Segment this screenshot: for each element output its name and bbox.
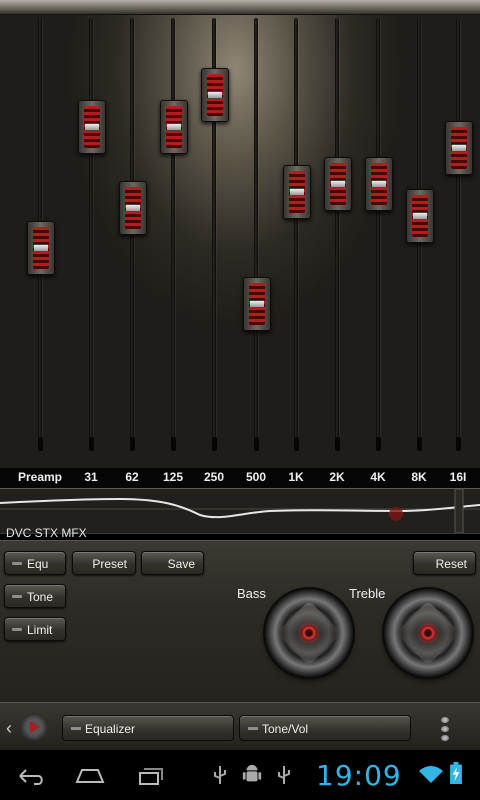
- band-label-250: 250: [203, 470, 225, 484]
- tab-tone-vol-label: Tone/Vol: [262, 722, 309, 736]
- slider-thumb-500[interactable]: [243, 277, 271, 331]
- slider-end-mark: [376, 437, 381, 451]
- play-button[interactable]: [20, 713, 48, 741]
- tone-toggle-button[interactable]: Tone: [4, 584, 66, 608]
- equ-label: Equ: [27, 557, 49, 571]
- chevron-left-icon[interactable]: ‹: [6, 719, 12, 737]
- led-indicator-icon: [12, 562, 22, 565]
- slider-thumb-1k[interactable]: [283, 165, 311, 219]
- band-label-8k: 8K: [411, 470, 427, 484]
- system-navigation-bar: 19:09: [0, 750, 480, 800]
- overflow-menu-icon[interactable]: [438, 717, 452, 741]
- slider-thumb-125[interactable]: [160, 100, 188, 154]
- band-label-1k: 1K: [288, 470, 304, 484]
- slider-end-mark: [130, 437, 135, 451]
- preset-label: Preset: [92, 557, 127, 571]
- slider-thumb-4k[interactable]: [365, 157, 393, 211]
- battery-charging-icon: [450, 762, 462, 784]
- slider-end-mark: [38, 437, 43, 451]
- bass-knob[interactable]: [265, 589, 353, 677]
- slider-track-31[interactable]: [89, 18, 93, 448]
- recent-apps-icon[interactable]: [136, 764, 166, 786]
- preset-button[interactable]: Preset: [72, 551, 136, 575]
- band-label-preamp: Preamp: [17, 470, 63, 484]
- treble-knob[interactable]: [384, 589, 472, 677]
- led-indicator-icon: [71, 727, 81, 730]
- slider-thumb-62[interactable]: [119, 181, 147, 235]
- equ-toggle-button[interactable]: Equ: [4, 551, 66, 575]
- slider-track-125[interactable]: [171, 18, 175, 448]
- tone-label: Tone: [27, 590, 54, 604]
- slider-thumb-8k[interactable]: [406, 189, 434, 243]
- band-label-2k: 2K: [329, 470, 345, 484]
- band-label-62: 62: [125, 470, 139, 484]
- frequency-labels: Preamp 31 62 125 250 500 1K 2K 4K 8K 16I: [0, 468, 480, 488]
- slider-thumb-250[interactable]: [201, 68, 229, 122]
- slider-end-mark: [254, 437, 259, 451]
- led-indicator-icon: [12, 628, 22, 631]
- slider-end-mark: [335, 437, 340, 451]
- slider-track-2k[interactable]: [335, 18, 339, 448]
- curve-line: [0, 497, 480, 519]
- slider-track-500[interactable]: [254, 18, 258, 448]
- android-debug-icon: [242, 764, 262, 782]
- band-label-125: 125: [162, 470, 184, 484]
- slider-track-4k[interactable]: [376, 18, 380, 448]
- slider-end-mark: [456, 437, 461, 451]
- home-icon[interactable]: [74, 764, 106, 786]
- treble-label: Treble: [349, 586, 386, 601]
- slider-track-1k[interactable]: [294, 18, 298, 448]
- led-indicator-icon: [12, 595, 22, 598]
- led-indicator-icon: [248, 727, 258, 730]
- play-icon: [30, 721, 40, 733]
- reset-button[interactable]: Reset: [413, 551, 476, 575]
- app-root: Preamp 31 62 125 250 500 1K 2K 4K 8K 16I…: [0, 0, 480, 800]
- control-panel: Equ Tone Limit Preset Save Reset Bass Tr…: [0, 540, 480, 703]
- usb-icon: [278, 766, 290, 784]
- tab-equalizer[interactable]: Equalizer: [62, 715, 234, 741]
- limit-toggle-button[interactable]: Limit: [4, 617, 66, 641]
- status-clock: 19:09: [316, 759, 402, 792]
- slider-end-mark: [89, 437, 94, 451]
- slider-track-16k[interactable]: [456, 18, 460, 448]
- bottom-tab-bar: ‹ Equalizer Tone/Vol: [0, 702, 480, 751]
- band-label-31: 31: [84, 470, 98, 484]
- tab-tone-vol[interactable]: Tone/Vol: [239, 715, 411, 741]
- wifi-icon: [419, 766, 443, 783]
- slider-end-mark: [294, 437, 299, 451]
- curve-scrollbar[interactable]: [454, 489, 464, 533]
- slider-thumb-2k[interactable]: [324, 157, 352, 211]
- bass-label: Bass: [237, 586, 266, 601]
- limit-label: Limit: [27, 623, 53, 637]
- usb-icon: [214, 766, 226, 784]
- slider-end-mark: [171, 437, 176, 451]
- slider-end-mark: [417, 437, 422, 451]
- equalizer-sliders: [0, 0, 480, 468]
- back-icon[interactable]: [16, 764, 46, 786]
- band-label-500: 500: [245, 470, 267, 484]
- slider-thumb-preamp[interactable]: [27, 221, 55, 275]
- slider-end-mark: [212, 437, 217, 451]
- save-button[interactable]: Save: [141, 551, 204, 575]
- save-label: Save: [167, 557, 195, 571]
- slider-thumb-16k[interactable]: [445, 121, 473, 175]
- band-label-4k: 4K: [370, 470, 386, 484]
- tab-equalizer-label: Equalizer: [85, 722, 136, 736]
- slider-thumb-31[interactable]: [78, 100, 106, 154]
- mode-text: DVC STX MFX: [6, 526, 87, 540]
- reset-label: Reset: [435, 557, 467, 571]
- band-label-16k: 16I: [449, 470, 467, 484]
- curve-marker-icon: [389, 507, 403, 521]
